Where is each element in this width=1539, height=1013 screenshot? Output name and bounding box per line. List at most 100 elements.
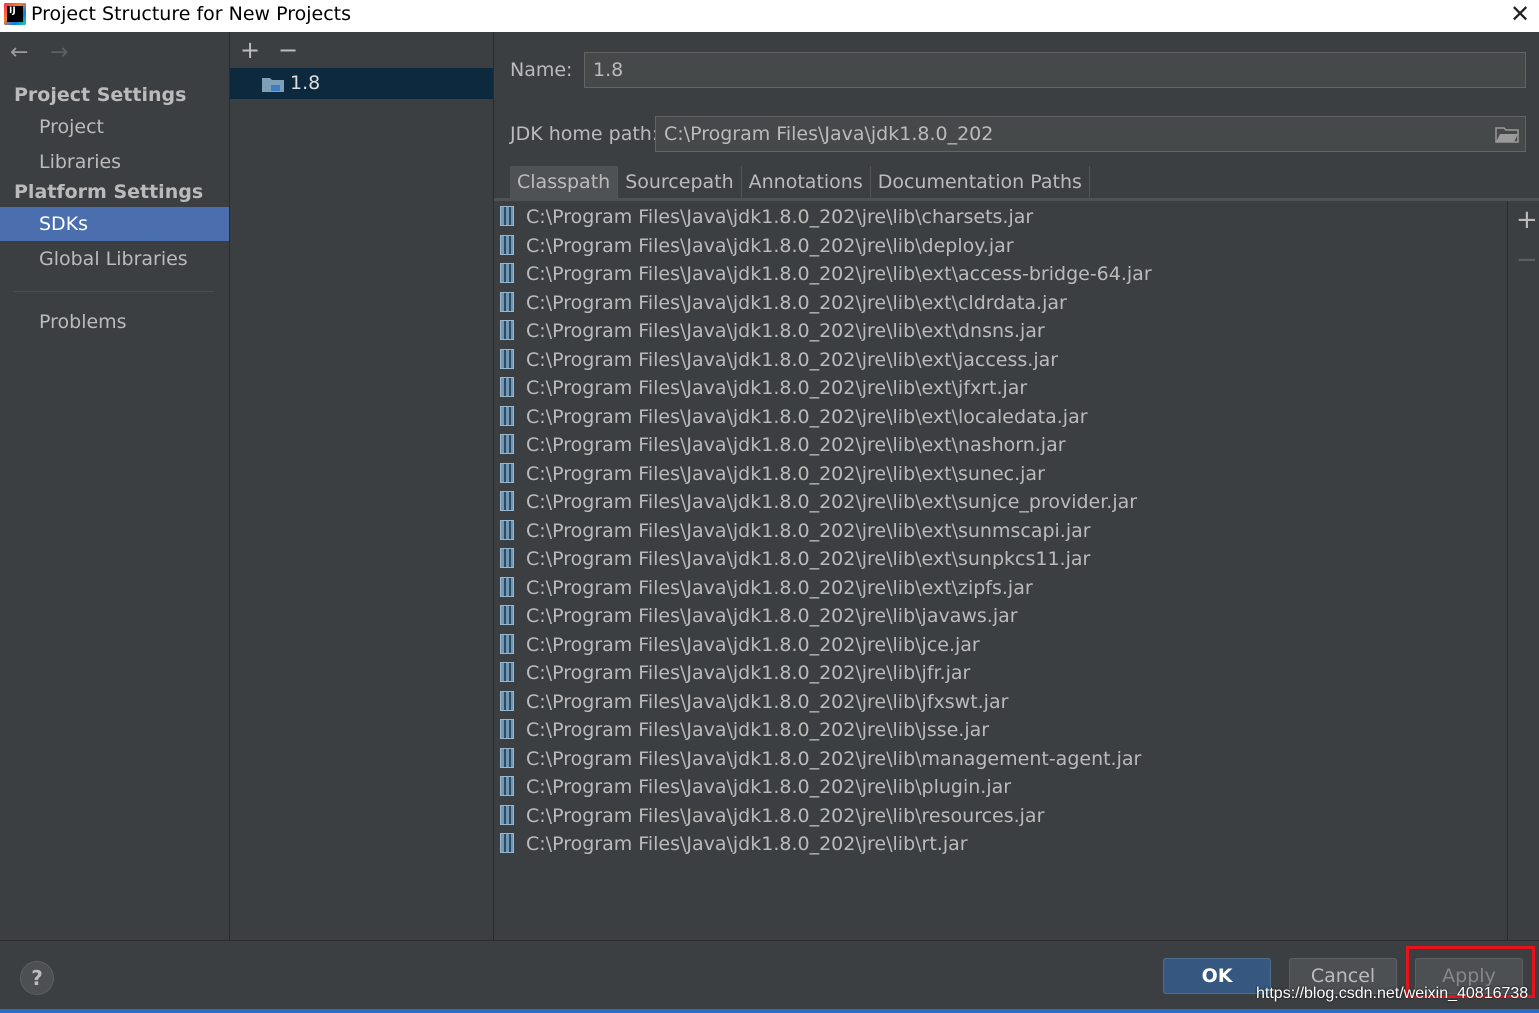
jar-icon [500,320,514,340]
platform-settings-heading: Platform Settings [14,181,204,203]
list-item[interactable]: C:\Program Files\Java\jdk1.8.0_202\jre\l… [500,203,1033,231]
jdk-folder-icon [262,78,284,92]
list-item[interactable]: C:\Program Files\Java\jdk1.8.0_202\jre\l… [500,802,1044,830]
list-item[interactable]: C:\Program Files\Java\jdk1.8.0_202\jre\l… [500,317,1045,345]
window-title: Project Structure for New Projects [31,3,352,25]
classpath-entry: C:\Program Files\Java\jdk1.8.0_202\jre\l… [526,206,1034,228]
list-item[interactable]: C:\Program Files\Java\jdk1.8.0_202\jre\l… [500,545,1090,573]
jar-icon [500,491,514,511]
sidebar-item-libraries[interactable]: Libraries [0,145,229,179]
list-item[interactable]: C:\Program Files\Java\jdk1.8.0_202\jre\l… [500,260,1152,288]
title-bar: IJ Project Structure for New Projects ✕ [0,0,1539,32]
classpath-entry: C:\Program Files\Java\jdk1.8.0_202\jre\l… [526,776,1012,798]
jar-icon [500,605,514,625]
tab-documentation-paths[interactable]: Documentation Paths [871,166,1090,198]
tab-sourcepath[interactable]: Sourcepath [618,166,742,198]
remove-classpath-icon[interactable]: − [1516,245,1538,275]
sdk-item-label: 1.8 [290,72,321,94]
sidebar-item-project[interactable]: Project [0,110,229,144]
jar-icon [500,434,514,454]
classpath-entry: C:\Program Files\Java\jdk1.8.0_202\jre\l… [526,804,1045,827]
classpath-entry: C:\Program Files\Java\jdk1.8.0_202\jre\l… [526,548,1091,570]
add-classpath-icon[interactable]: + [1516,205,1538,235]
classpath-list: C:\Program Files\Java\jdk1.8.0_202\jre\l… [494,201,1508,940]
jar-icon [500,719,514,739]
list-item[interactable]: C:\Program Files\Java\jdk1.8.0_202\jre\l… [500,488,1137,516]
jar-icon [500,633,514,654]
sdk-tabs: Classpath Sourcepath Annotations Documentat… [510,166,1090,198]
jar-icon [500,576,514,597]
classpath-entry: C:\Program Files\Java\jdk1.8.0_202\jre\l… [526,291,1067,314]
list-item[interactable]: C:\Program Files\Java\jdk1.8.0_202\jre\l… [500,688,1008,716]
classpath-entry: C:\Program Files\Java\jdk1.8.0_202\jre\l… [526,719,990,741]
jdk-home-path-field[interactable]: C:\Program Files\Java\jdk1.8.0_202 [655,116,1526,152]
classpath-toolbar: + − [1508,201,1539,940]
classpath-entry: C:\Program Files\Java\jdk1.8.0_202\jre\l… [526,348,1059,371]
tab-annotations[interactable]: Annotations [742,166,871,198]
list-item[interactable]: C:\Program Files\Java\jdk1.8.0_202\jre\l… [500,659,970,687]
list-item[interactable]: C:\Program Files\Java\jdk1.8.0_202\jre\l… [500,830,968,858]
list-item[interactable]: C:\Program Files\Java\jdk1.8.0_202\jre\l… [500,346,1058,374]
classpath-entry: C:\Program Files\Java\jdk1.8.0_202\jre\l… [526,690,1009,713]
list-item[interactable]: C:\Program Files\Java\jdk1.8.0_202\jre\l… [500,517,1091,545]
classpath-entry: C:\Program Files\Java\jdk1.8.0_202\jre\l… [526,576,1033,599]
jar-icon [500,348,514,369]
classpath-entry: C:\Program Files\Java\jdk1.8.0_202\jre\l… [526,747,1142,770]
list-item[interactable]: C:\Program Files\Java\jdk1.8.0_202\jre\l… [500,716,989,744]
jar-icon [500,804,514,825]
classpath-entry: C:\Program Files\Java\jdk1.8.0_202\jre\l… [526,605,1018,627]
jar-icon [500,747,514,768]
name-label: Name: [510,59,573,81]
list-item[interactable]: C:\Program Files\Java\jdk1.8.0_202\jre\l… [500,431,1066,459]
classpath-entry: C:\Program Files\Java\jdk1.8.0_202\jre\l… [526,833,968,855]
jar-icon [500,234,514,255]
ok-button[interactable]: OK [1163,958,1271,994]
sdk-toolbar: + − [240,36,316,64]
forward-arrow-icon[interactable]: → [50,40,80,65]
jar-icon [500,776,514,796]
jar-icon [500,548,514,568]
help-icon[interactable]: ? [20,961,54,995]
browse-folder-icon[interactable] [1495,125,1519,143]
name-field[interactable]: 1.8 [584,52,1526,88]
close-icon[interactable]: ✕ [1507,2,1533,28]
jar-icon [500,690,514,711]
list-item[interactable]: C:\Program Files\Java\jdk1.8.0_202\jre\l… [500,602,1018,630]
list-item[interactable]: C:\Program Files\Java\jdk1.8.0_202\jre\l… [500,460,1045,488]
jar-icon [500,291,514,312]
sidebar-item-global-libraries[interactable]: Global Libraries [0,242,229,276]
remove-sdk-icon[interactable]: − [278,36,316,64]
jar-icon [500,405,514,426]
classpath-entry: C:\Program Files\Java\jdk1.8.0_202\jre\l… [526,234,1014,257]
list-item[interactable]: C:\Program Files\Java\jdk1.8.0_202\jre\l… [500,232,1014,260]
classpath-entry: C:\Program Files\Java\jdk1.8.0_202\jre\l… [526,633,980,656]
list-item[interactable]: C:\Program Files\Java\jdk1.8.0_202\jre\l… [500,745,1141,773]
sidebar-item-problems[interactable]: Problems [0,305,229,339]
classpath-entry: C:\Program Files\Java\jdk1.8.0_202\jre\l… [526,263,1152,285]
jar-icon [500,206,514,226]
classpath-entry: C:\Program Files\Java\jdk1.8.0_202\jre\l… [526,462,1045,485]
list-item[interactable]: C:\Program Files\Java\jdk1.8.0_202\jre\l… [500,403,1088,431]
nav-arrows: ← → [10,40,80,65]
sidebar-item-sdks[interactable]: SDKs [0,207,229,241]
back-arrow-icon[interactable]: ← [10,40,40,65]
taskbar-strip [0,1009,1539,1013]
jar-icon [500,462,514,483]
list-item[interactable]: C:\Program Files\Java\jdk1.8.0_202\jre\l… [500,374,1027,402]
classpath-entry: C:\Program Files\Java\jdk1.8.0_202\jre\l… [526,377,1028,399]
list-item[interactable]: C:\Program Files\Java\jdk1.8.0_202\jre\l… [500,631,980,659]
list-item[interactable]: C:\Program Files\Java\jdk1.8.0_202\jre\l… [500,289,1067,317]
list-item[interactable]: C:\Program Files\Java\jdk1.8.0_202\jre\l… [500,773,1011,801]
classpath-entry: C:\Program Files\Java\jdk1.8.0_202\jre\l… [526,491,1138,513]
dialog-footer: ? OK Cancel Apply https://blog.csdn.net/… [0,940,1539,1013]
add-sdk-icon[interactable]: + [240,36,278,64]
list-item[interactable]: C:\Program Files\Java\jdk1.8.0_202\jre\l… [500,574,1033,602]
sdk-item[interactable]: 1.8 [230,68,493,99]
watermark: https://blog.csdn.net/weixin_40816738 [1256,985,1529,1002]
tab-classpath[interactable]: Classpath [510,166,619,198]
sidebar-divider [14,291,214,292]
classpath-entry: C:\Program Files\Java\jdk1.8.0_202\jre\l… [526,662,971,684]
intellij-logo-icon: IJ [4,3,26,25]
classpath-entry: C:\Program Files\Java\jdk1.8.0_202\jre\l… [526,320,1045,342]
sdk-detail-panel: Name: 1.8 JDK home path: C:\Program File… [494,32,1539,940]
